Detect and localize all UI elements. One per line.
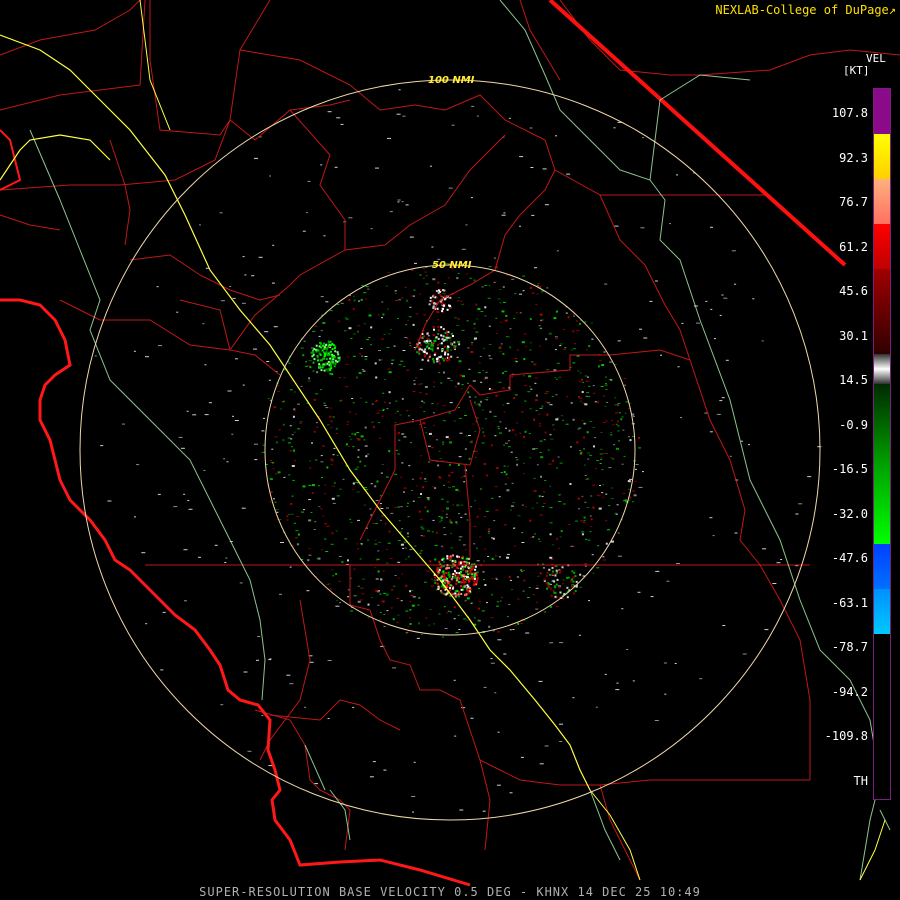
legend-tick: -0.9 <box>839 417 868 432</box>
scale-segment-gray <box>874 354 890 384</box>
legend-tick: -63.1 <box>831 595 868 610</box>
product-footer: SUPER-RESOLUTION BASE VELOCITY 0.5 DEG -… <box>199 885 701 899</box>
scale-segment-black <box>874 634 890 799</box>
legend-tick: -32.0 <box>831 506 868 521</box>
legend-tick: -16.5 <box>831 462 868 476</box>
legend-tick: 76.7 <box>839 195 868 209</box>
legend-tick: 14.5 <box>839 373 868 387</box>
velocity-color-scale <box>873 88 891 800</box>
legend-tick: 92.3 <box>839 150 868 165</box>
legend-tick: 45.6 <box>839 284 868 298</box>
legend-tick: 107.8 <box>831 106 868 120</box>
range-ring-100-label: 100 NMI <box>428 75 475 86</box>
scale-segment-cyan <box>874 589 890 634</box>
legend-tick: 30.1 <box>839 328 868 343</box>
nexlab-logo-icon: ↗ <box>888 3 896 17</box>
scale-segment-dark_green <box>874 384 890 464</box>
range-ring-50-label: 50 NMI <box>432 260 472 271</box>
credit-label: NEXLAB-College of DuPage↗ <box>715 3 896 17</box>
legend-tick: -94.2 <box>831 684 868 699</box>
legend-unit: [KT] <box>843 64 870 77</box>
scale-segment-dark_red <box>874 269 890 354</box>
radar-map: 100 NMI 50 NMI <box>0 0 900 900</box>
scale-segment-orange <box>874 179 890 224</box>
legend-tick: -47.6 <box>831 551 868 565</box>
scale-segment-blue <box>874 544 890 589</box>
legend-tick: 61.2 <box>839 239 868 254</box>
scale-segment-red <box>874 224 890 269</box>
scale-segment-yellow <box>874 134 890 179</box>
scale-segment-green <box>874 464 890 544</box>
legend-tick: -78.7 <box>831 640 868 654</box>
legend-tick: TH <box>853 773 868 788</box>
scale-segment-purple <box>874 89 890 134</box>
legend-tick: -109.8 <box>824 729 868 743</box>
